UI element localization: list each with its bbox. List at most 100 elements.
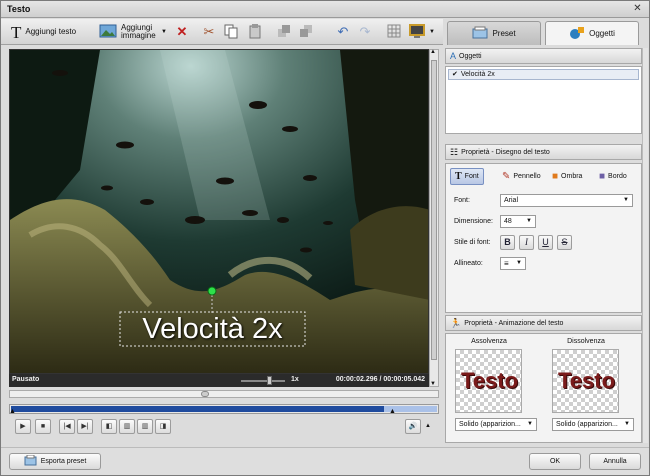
speed-slider-track[interactable]: [241, 380, 285, 382]
fade-out-label: Dissolvenza: [567, 338, 605, 345]
tab-font[interactable]: T Font: [450, 168, 484, 185]
italic-button[interactable]: I: [519, 235, 534, 250]
tab-shadow[interactable]: ■ Ombra: [552, 168, 582, 185]
add-text-button[interactable]: T Aggiungi testo: [11, 21, 76, 43]
cancel-button[interactable]: Annulla: [589, 453, 641, 470]
preview-vertical-scrollbar[interactable]: ▲ ▼: [429, 49, 439, 387]
toolbar: T Aggiungi testo Aggiungi immagine ▼ ✕ ✂…: [1, 19, 443, 45]
tab-shadow-label: Ombra: [561, 173, 583, 180]
timeline-played-range: [11, 406, 384, 412]
ok-button[interactable]: OK: [529, 453, 581, 470]
speed-value: 1x: [291, 376, 299, 383]
fade-out-select[interactable]: Solido (apparizion... ▼: [552, 418, 634, 431]
dropdown-arrow-icon[interactable]: ▼: [161, 29, 167, 35]
font-style-label: Stile di font:: [454, 239, 491, 246]
play-button[interactable]: ▶: [15, 419, 31, 434]
add-image-button[interactable]: Aggiungi immagine ▼: [99, 21, 167, 43]
list-item[interactable]: ✔ Velocità 2x: [448, 69, 639, 80]
add-image-label: Aggiungi immagine: [121, 23, 156, 40]
close-icon[interactable]: ✕: [631, 3, 644, 15]
timeline: ▲ ▲: [9, 389, 439, 417]
fade-out-preview[interactable]: Testo: [552, 349, 619, 413]
fade-in-preview[interactable]: Testo: [455, 349, 522, 413]
tab-brush-label: Pennello: [513, 173, 541, 180]
volume-button[interactable]: 🔊: [405, 419, 421, 434]
stop-button[interactable]: ■: [35, 419, 51, 434]
panel-tabs: Preset Oggetti: [445, 19, 649, 45]
redo-icon[interactable]: ↷: [357, 24, 373, 40]
tab-preset[interactable]: Preset: [447, 21, 541, 45]
go-start-button[interactable]: ◧: [101, 419, 117, 434]
playback-status-bar: Pausato 1x 00:00:02.296 / 00:00:05.042: [9, 374, 429, 387]
timeline-scroll-thumb[interactable]: [201, 391, 209, 397]
scrollbar-thumb[interactable]: [431, 60, 437, 360]
fade-in-preview-text: Testo: [460, 368, 519, 393]
volume-dropdown-icon[interactable]: ▲: [425, 423, 431, 429]
grid-icon[interactable]: [386, 24, 402, 40]
overlay-text[interactable]: Velocità 2x: [120, 312, 305, 346]
tab-border[interactable]: ■ Bordo: [599, 168, 627, 185]
dropdown-arrow-icon[interactable]: ▼: [429, 29, 435, 35]
tab-border-label: Bordo: [608, 173, 627, 180]
underline-button[interactable]: U: [538, 235, 553, 250]
tab-objects[interactable]: Oggetti: [545, 21, 639, 45]
brush-icon: ✎: [502, 171, 511, 182]
objects-icon: [569, 26, 585, 42]
next-frame-button[interactable]: ▶|: [77, 419, 93, 434]
speed-slider-thumb[interactable]: [267, 376, 272, 385]
size-value: 48: [504, 218, 512, 225]
paste-icon[interactable]: [247, 24, 263, 40]
font-select[interactable]: Arial ▼: [500, 194, 633, 207]
send-backward-icon[interactable]: [298, 24, 314, 40]
undo-icon[interactable]: ↶: [335, 24, 351, 40]
bring-forward-icon[interactable]: [276, 24, 292, 40]
export-icon: [24, 454, 37, 468]
align-label: Allineato:: [454, 260, 483, 267]
start-marker-icon[interactable]: ▲: [9, 408, 16, 415]
size-label: Dimensione:: [454, 218, 493, 225]
set-end-button[interactable]: ▥: [137, 419, 153, 434]
chevron-down-icon: ▼: [516, 260, 522, 266]
video-preview[interactable]: Velocità 2x: [9, 49, 429, 374]
border-icon: ■: [599, 171, 606, 182]
font-style-buttons: B I U S: [500, 235, 580, 251]
chevron-down-icon: ▼: [623, 197, 629, 203]
running-man-icon: 🏃: [450, 317, 462, 328]
bold-button[interactable]: B: [500, 235, 515, 250]
tab-brush[interactable]: ✎ Pennello: [502, 168, 541, 185]
right-scrollbar[interactable]: [642, 48, 648, 443]
playback-controls: ▶ ■ |◀ ▶| ◧ ▥ ▥ ◨ 🔊 ▲: [9, 417, 439, 437]
cut-icon[interactable]: ✂: [201, 24, 217, 40]
scroll-down-icon[interactable]: ▼: [430, 381, 436, 387]
fade-in-select[interactable]: Solido (apparizion... ▼: [455, 418, 537, 431]
font-t-icon: T: [455, 171, 462, 182]
align-center-icon: ≡: [504, 259, 509, 268]
objects-header-label: Oggetti: [459, 52, 482, 60]
animation-header-label: Proprietà - Animazione del testo: [464, 319, 564, 327]
export-preset-button[interactable]: Esporta preset: [9, 453, 101, 470]
animation-properties: Assolvenza Dissolvenza Testo Testo Solid…: [445, 333, 642, 443]
drawing-header-icon: ☷: [450, 146, 459, 157]
previous-frame-button[interactable]: |◀: [59, 419, 75, 434]
copy-icon[interactable]: [223, 24, 239, 40]
delete-icon[interactable]: ✕: [174, 24, 190, 40]
time-readout: 00:00:02.296 / 00:00:05.042: [335, 376, 425, 383]
tab-objects-label: Oggetti: [589, 29, 615, 38]
scroll-up-icon[interactable]: ▲: [430, 49, 436, 55]
align-select[interactable]: ≡ ▼: [500, 257, 526, 270]
fade-in-label: Assolvenza: [471, 338, 507, 345]
end-marker-icon[interactable]: ▲: [389, 408, 396, 415]
strikethrough-button[interactable]: S: [557, 235, 572, 250]
font-label: Font:: [454, 197, 470, 204]
drawing-header: ☷ Proprietà - Disegno del testo: [445, 144, 642, 160]
set-start-button[interactable]: ▥: [119, 419, 135, 434]
objects-header-icon: A: [450, 51, 457, 61]
title-bar: Testo ✕: [1, 1, 649, 18]
monitor-icon[interactable]: [409, 24, 425, 40]
timeline-scrollbar[interactable]: [9, 390, 439, 398]
size-select[interactable]: 48 ▼: [500, 215, 536, 228]
go-end-button[interactable]: ◨: [155, 419, 171, 434]
playback-state: Pausato: [12, 376, 40, 383]
window-title: Testo: [7, 4, 31, 14]
checkmark-icon[interactable]: ✔: [452, 71, 458, 78]
